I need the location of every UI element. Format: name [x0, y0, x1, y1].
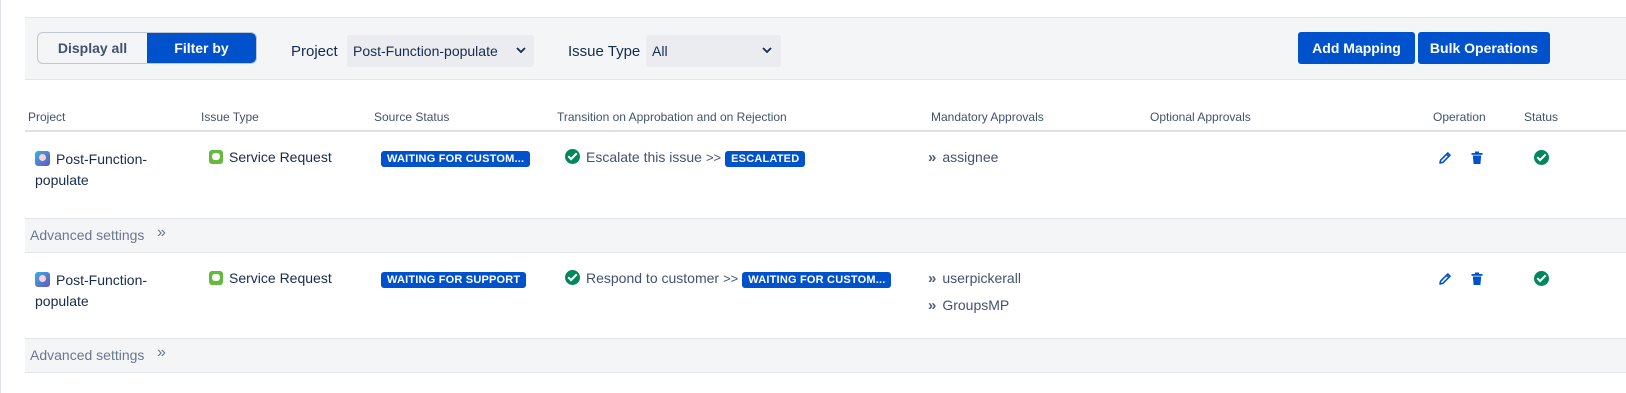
issue-type-filter-label: Issue Type — [568, 43, 641, 60]
chevron-down-icon — [516, 47, 526, 54]
table-row: Post-Function- populate Service Request … — [25, 132, 1626, 218]
column-header-transition: Transition on Approbation and on Rejecti… — [557, 110, 787, 124]
filter-by-toggle[interactable]: Filter by — [147, 33, 256, 63]
issue-type-cell: Service Request — [209, 149, 332, 165]
service-request-icon — [209, 150, 223, 164]
advanced-settings-toggle[interactable]: Advanced settings » — [25, 338, 1626, 373]
transition-cell: Respond to customer >> WAITING FOR CUSTOM.… — [565, 270, 892, 288]
project-name-line2: populate — [35, 172, 89, 188]
view-toggle: Display all Filter by — [37, 32, 257, 64]
column-header-source-status: Source Status — [374, 110, 450, 124]
source-status-cell: WAITING FOR SUPPORT — [381, 270, 527, 288]
double-chevron-right-icon: » — [928, 270, 937, 287]
project-select[interactable]: Post-Function-populate — [347, 35, 534, 67]
approval-name: userpickerall — [942, 270, 1021, 286]
table-header: Project Issue Type Source Status Transit… — [25, 80, 1626, 132]
issue-type-select-value: All — [652, 43, 668, 59]
double-chevron-right-icon: » — [928, 297, 937, 314]
column-header-operation: Operation — [1433, 110, 1486, 124]
column-header-status: Status — [1524, 110, 1559, 124]
project-avatar-icon — [35, 151, 50, 166]
issue-type-name: Service Request — [229, 270, 332, 286]
project-name-line2: populate — [35, 293, 89, 309]
approval-item: » GroupsMP — [928, 292, 1021, 319]
project-name-line1: Post-Function- — [56, 151, 148, 167]
page-border — [0, 0, 1, 393]
approval-name: assignee — [942, 149, 999, 165]
mandatory-approvals-cell: » assignee — [928, 144, 998, 171]
chevron-down-icon — [762, 47, 772, 54]
project-name-line1: Post-Function- — [56, 272, 148, 288]
bulk-operations-button[interactable]: Bulk Operations — [1418, 32, 1550, 64]
double-chevron-right-icon: » — [157, 224, 166, 241]
service-request-icon — [209, 271, 223, 285]
status-cell — [1534, 150, 1549, 166]
approval-item: » assignee — [928, 144, 998, 171]
source-status-lozenge: WAITING FOR SUPPORT — [381, 272, 527, 288]
project-select-value: Post-Function-populate — [353, 43, 498, 59]
column-header-optional-approvals: Optional Approvals — [1150, 110, 1251, 124]
project-cell: Post-Function- populate — [35, 270, 147, 312]
display-all-toggle[interactable]: Display all — [38, 33, 147, 63]
advanced-settings-label: Advanced settings — [30, 347, 145, 363]
column-header-issue-type: Issue Type — [201, 110, 259, 124]
target-status-lozenge: WAITING FOR CUSTOM... — [742, 272, 892, 288]
issue-type-cell: Service Request — [209, 270, 332, 286]
pencil-icon[interactable] — [1437, 271, 1453, 287]
add-mapping-button[interactable]: Add Mapping — [1298, 32, 1415, 64]
check-circle-icon — [565, 149, 580, 164]
pencil-icon[interactable] — [1437, 150, 1453, 166]
approval-mappings-panel: Display all Filter by Project Post-Funct… — [25, 17, 1626, 373]
check-circle-icon — [1534, 150, 1549, 165]
check-circle-icon — [565, 270, 580, 285]
transition-link[interactable]: Escalate this issue — [586, 149, 702, 165]
transition-arrow: >> — [723, 271, 739, 286]
source-status-lozenge: WAITING FOR CUSTOM... — [381, 151, 531, 167]
project-filter-label: Project — [291, 43, 338, 60]
target-status-lozenge: ESCALATED — [725, 151, 806, 167]
advanced-settings-label: Advanced settings — [30, 227, 145, 243]
transition-link[interactable]: Respond to customer — [586, 270, 719, 286]
project-cell: Post-Function- populate — [35, 149, 147, 191]
transition-cell: Escalate this issue >> ESCALATED — [565, 149, 806, 167]
double-chevron-right-icon: » — [157, 344, 166, 361]
source-status-cell: WAITING FOR CUSTOM... — [381, 149, 531, 167]
trash-icon[interactable] — [1469, 271, 1485, 287]
column-header-mandatory-approvals: Mandatory Approvals — [931, 110, 1044, 124]
issue-type-select[interactable]: All — [646, 35, 781, 67]
table-row: Post-Function- populate Service Request … — [25, 253, 1626, 338]
filter-toolbar: Display all Filter by Project Post-Funct… — [25, 17, 1626, 80]
double-chevron-right-icon: » — [928, 149, 937, 166]
approval-item: » userpickerall — [928, 265, 1021, 292]
column-header-project: Project — [28, 110, 66, 124]
mandatory-approvals-cell: » userpickerall » GroupsMP — [928, 265, 1021, 319]
advanced-settings-toggle[interactable]: Advanced settings » — [25, 218, 1626, 253]
project-avatar-icon — [35, 272, 50, 287]
trash-icon[interactable] — [1469, 150, 1485, 166]
check-circle-icon — [1534, 271, 1549, 286]
approval-name: GroupsMP — [942, 297, 1010, 313]
transition-arrow: >> — [705, 150, 722, 165]
status-cell — [1534, 271, 1549, 287]
issue-type-name: Service Request — [229, 149, 332, 165]
